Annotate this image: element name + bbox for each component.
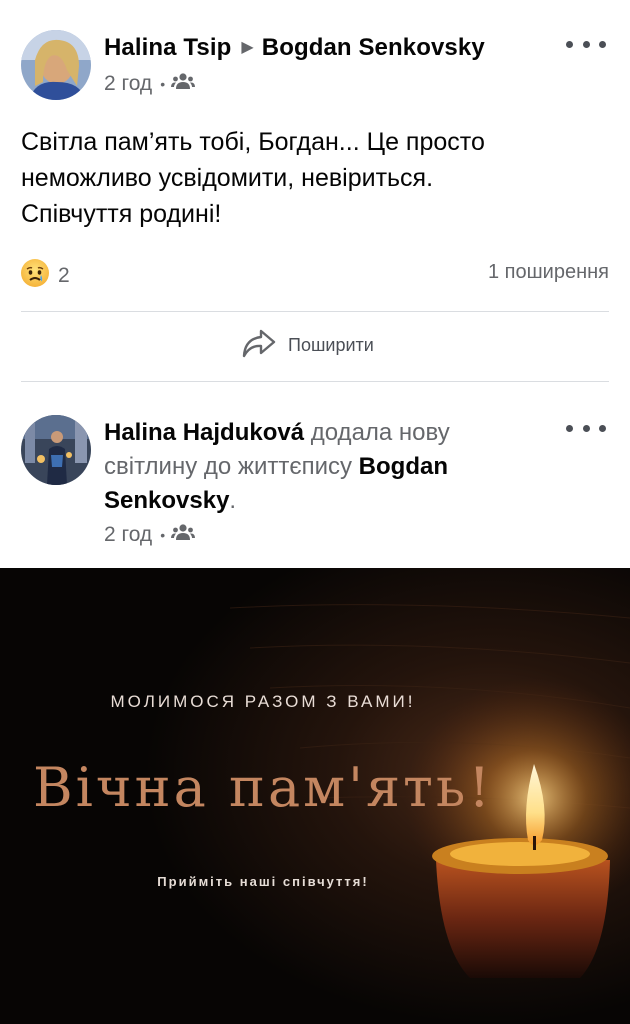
post-text: Світла пам’ять тобі, Богдан... Це просто… <box>21 124 611 232</box>
reactions-summary[interactable]: 2 <box>20 258 70 293</box>
post-meta: 2 год • <box>104 523 196 547</box>
timestamp[interactable]: 2 год <box>104 72 152 96</box>
avatar-halina-tsip[interactable] <box>21 30 91 100</box>
share-button[interactable]: Поширити <box>240 327 374 364</box>
photo-caption: Прийміть наші співчуття! <box>157 874 369 889</box>
post-header: Halina Tsip ▶ Bogdan Senkovsky <box>104 34 485 62</box>
share-arrow-icon <box>240 327 278 364</box>
author-name[interactable]: Halina Hajduková <box>104 419 304 446</box>
more-options-button[interactable] <box>566 34 606 54</box>
post-text-line: Співчуття родині! <box>21 200 222 228</box>
friends-icon <box>171 72 196 96</box>
post-2-header: Halina Hajduková додала нову світлину до… <box>104 416 524 518</box>
photo-title: Вічна пам'ять! <box>32 756 494 819</box>
more-options-button[interactable] <box>566 418 606 438</box>
post-text-line: неможливо усвідомити, невіриться. <box>21 164 434 192</box>
target-name[interactable]: Bogdan Senkovsky <box>262 34 485 61</box>
photo-subtitle: МОЛИМОСЯ РАЗОМ З ВАМИ! <box>110 692 416 711</box>
shares-count[interactable]: 1 поширення <box>488 261 609 284</box>
share-label: Поширити <box>288 335 374 355</box>
post-photo[interactable]: МОЛИМОСЯ РАЗОМ З ВАМИ! Вічна пам'ять! Пр… <box>0 568 630 1024</box>
separator-dot: • <box>160 527 166 543</box>
post-meta: 2 год • <box>104 72 196 96</box>
arrow-right-icon: ▶ <box>241 39 254 56</box>
avatar-halina-hajdukova[interactable] <box>21 415 91 485</box>
timestamp[interactable]: 2 год <box>104 523 152 547</box>
period: . <box>229 487 237 514</box>
divider <box>21 311 609 312</box>
friends-icon <box>171 523 196 547</box>
divider <box>21 381 609 382</box>
separator-dot: • <box>160 76 166 92</box>
author-name[interactable]: Halina Tsip <box>104 34 231 61</box>
post-text-line: Світла пам’ять тобі, Богдан... Це просто <box>21 128 485 156</box>
sad-reaction-icon <box>20 258 50 293</box>
post-1: Halina Tsip ▶ Bogdan Senkovsky 2 год • Сві… <box>0 0 630 384</box>
reaction-count: 2 <box>58 263 70 287</box>
